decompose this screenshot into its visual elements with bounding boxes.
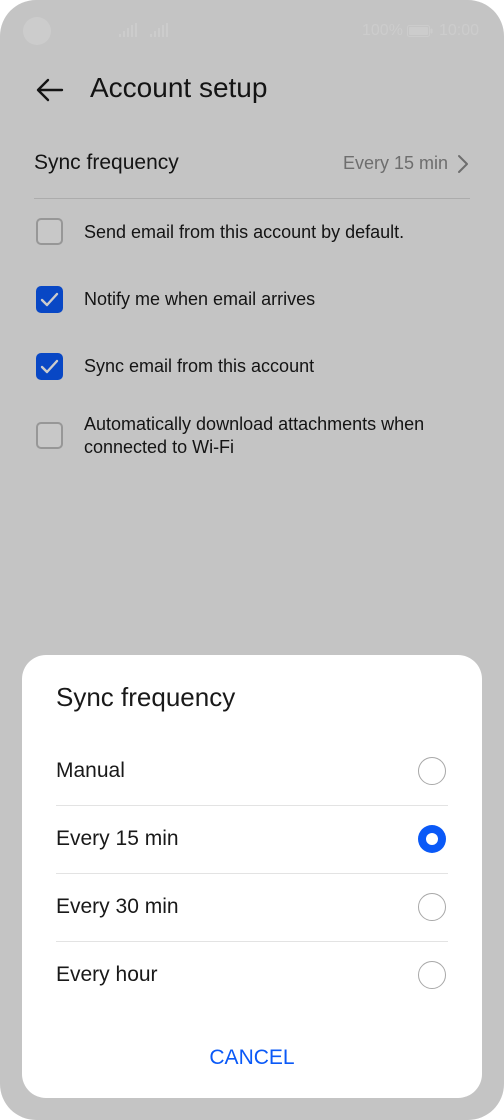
phone-frame: 100% 10:00 Account setup Sync frequency … bbox=[0, 0, 504, 1120]
option-every-15-min[interactable]: Every 15 min bbox=[56, 805, 448, 874]
dialog-title: Sync frequency bbox=[56, 682, 236, 712]
radio-every-30-min[interactable] bbox=[418, 893, 446, 921]
option-label: Every 15 min bbox=[56, 827, 179, 850]
cancel-button[interactable]: CANCEL bbox=[22, 1040, 482, 1076]
account-setup-screen: 100% 10:00 Account setup Sync frequency … bbox=[0, 0, 504, 1120]
option-every-hour[interactable]: Every hour bbox=[56, 941, 448, 1009]
option-every-30-min[interactable]: Every 30 min bbox=[56, 873, 448, 942]
radio-every-hour[interactable] bbox=[418, 961, 446, 989]
radio-every-15-min[interactable] bbox=[418, 825, 446, 853]
option-label: Every 30 min bbox=[56, 895, 179, 918]
radio-manual[interactable] bbox=[418, 757, 446, 785]
option-label: Manual bbox=[56, 759, 125, 782]
option-label: Every hour bbox=[56, 963, 158, 986]
option-manual[interactable]: Manual bbox=[56, 737, 448, 806]
sync-frequency-dialog: Sync frequency Manual Every 15 min Every… bbox=[22, 655, 482, 1098]
